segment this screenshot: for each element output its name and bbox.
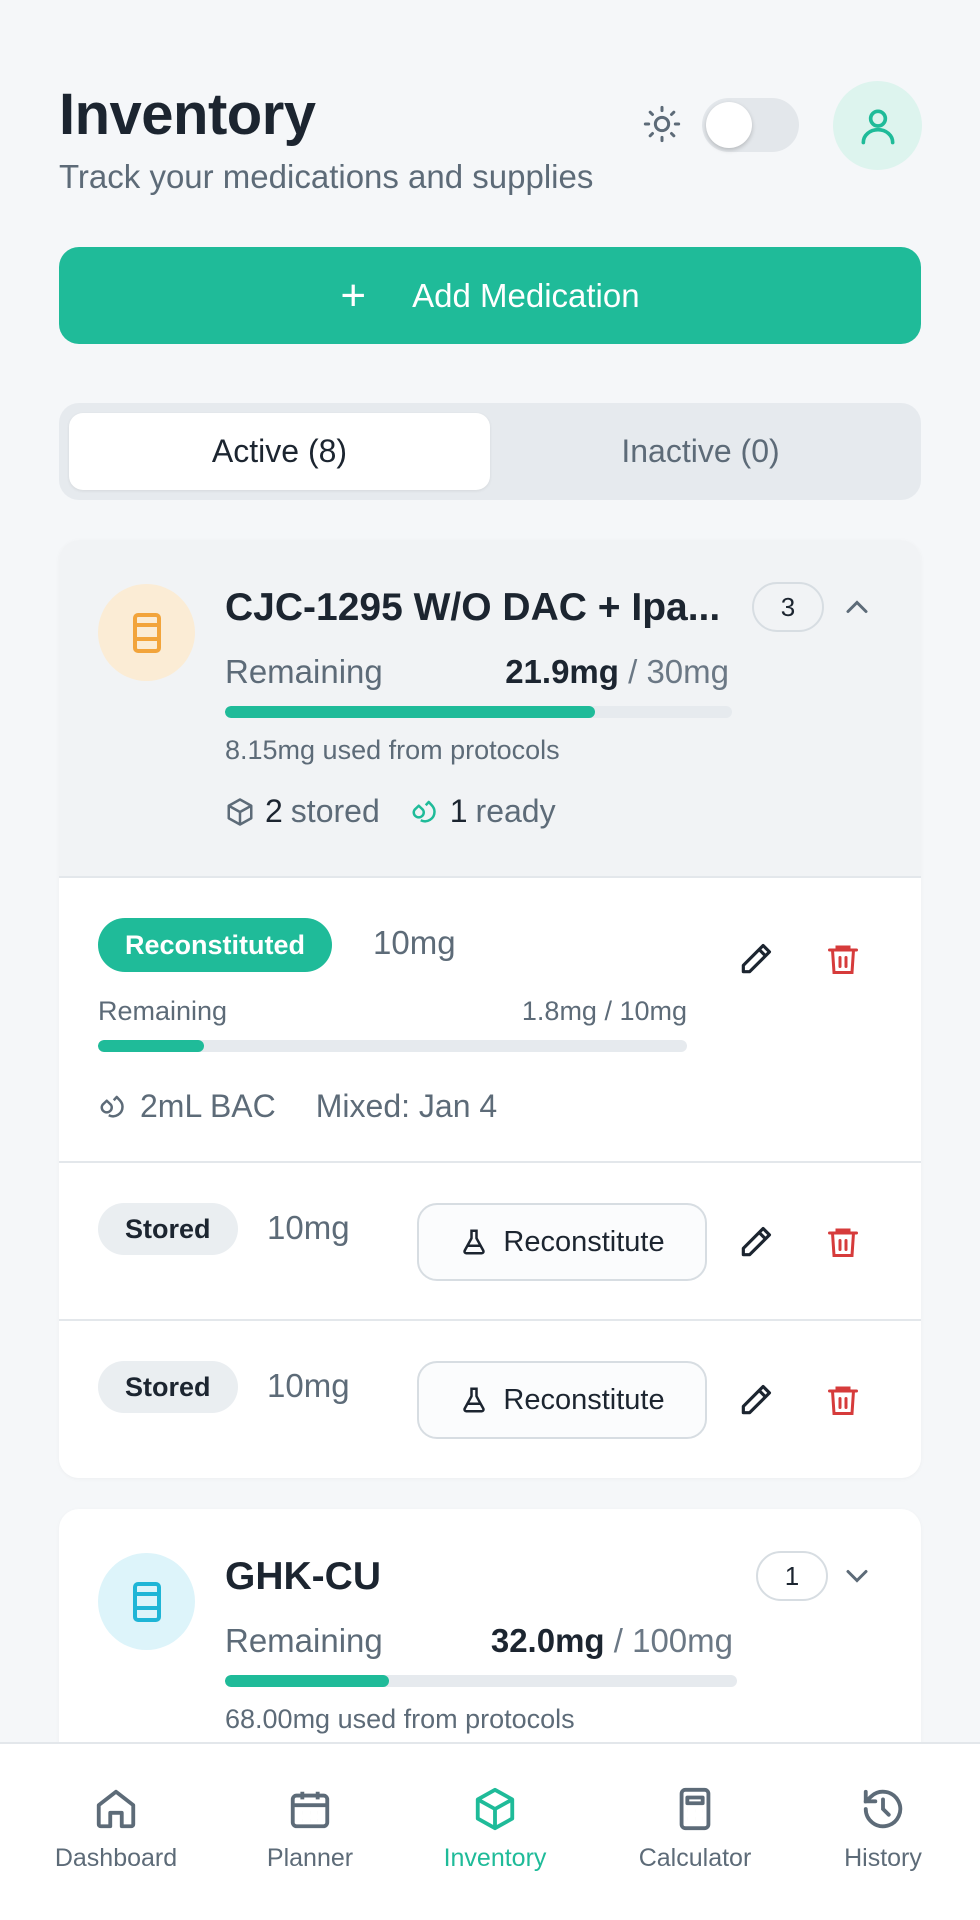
box-icon [475,1787,515,1831]
theme-toggle[interactable] [702,98,799,152]
reconstitute-label: Reconstitute [503,1383,665,1416]
sun-icon [642,104,682,144]
calculator-icon [679,1787,711,1831]
vial-icon [98,584,195,681]
page-subtitle: Track your medications and supplies [59,158,594,195]
status-badge: Reconstituted [98,918,333,972]
chevron-down-icon[interactable] [839,1558,875,1594]
remaining-label: Remaining [225,1622,383,1659]
tab-active[interactable]: Active (8) [69,413,490,490]
ready-count: 1 [449,793,468,829]
nav-label: Calculator [638,1844,752,1872]
remaining-amount: 21.9mg [505,653,619,690]
chevron-up-icon[interactable] [839,589,875,625]
vial-count-badge: 1 [756,1551,828,1601]
remaining-value: 32.0mg / 100mg [491,1622,733,1660]
add-medication-label: Add Medication [412,276,640,314]
pencil-icon [741,943,772,974]
status-badge: Stored [98,1203,238,1255]
vial-row: Reconstituted 10mg Remaining 1.8mg / 10m… [59,878,921,1163]
profile-button[interactable] [833,81,922,170]
medication-name: CJC-1295 W/O DAC + Ipa... [225,586,721,629]
edit-button[interactable] [732,935,780,983]
vial-dose: 10mg [373,924,456,961]
trash-icon [828,945,858,974]
trash-icon [828,1228,858,1257]
nav-inventory[interactable]: Inventory [430,1786,560,1873]
remaining-amount: 32.0mg [490,1622,605,1659]
delete-button[interactable] [819,1376,867,1424]
flask-icon [463,1387,486,1413]
medication-name: GHK-CU [225,1555,381,1598]
medication-card-header[interactable]: CJC-1295 W/O DAC + Ipa... 3 Remaining 21… [59,540,921,878]
bottom-navigation: Dashboard Planner Inventory Calculator H… [0,1742,980,1920]
vial-count-badge: 3 [752,582,824,632]
nav-history[interactable]: History [828,1786,938,1873]
remaining-progress [225,706,732,718]
vial-meta: 2mL BAC Mixed: Jan 4 [98,1088,497,1125]
calendar-icon [290,1791,330,1829]
stored-count: 2 [265,793,283,829]
vial-progress [98,1040,687,1052]
user-icon [861,109,894,144]
vial-remaining-label: Remaining [98,996,228,1026]
vial-remaining-value: 1.8mg / 10mg [521,996,687,1026]
trash-icon [828,1386,858,1415]
toggle-knob [706,102,752,148]
delete-button[interactable] [819,1218,867,1266]
ready-label: ready [475,793,556,829]
nav-calculator[interactable]: Calculator [630,1786,760,1873]
edit-button[interactable] [732,1376,780,1424]
vial-dose: 10mg [267,1367,350,1404]
vial-icon [98,1553,195,1650]
home-icon [96,1789,136,1829]
vial-row: Stored 10mg Reconstitute [59,1321,921,1478]
reconstitute-button[interactable]: Reconstitute [417,1203,707,1281]
medication-card: CJC-1295 W/O DAC + Ipa... 3 Remaining 21… [59,540,921,1478]
add-medication-button[interactable]: + Add Medication [59,247,921,344]
status-tabs: Active (8) Inactive (0) [59,403,921,500]
remaining-progress-fill [225,706,596,718]
edit-button[interactable] [732,1218,780,1266]
vial-dose: 10mg [267,1209,350,1246]
remaining-label: Remaining [225,653,383,690]
flask-icon [463,1229,486,1255]
droplets-icon [100,1095,124,1117]
box-icon [227,797,253,826]
vial-progress-fill [98,1040,205,1052]
tab-inactive[interactable]: Inactive (0) [490,413,911,490]
remaining-total: / 100mg [613,1622,733,1659]
mixed-date: Mixed: Jan 4 [315,1088,498,1124]
droplets-icon [412,800,436,822]
remaining-value: 21.9mg / 30mg [505,653,729,691]
remaining-total: / 30mg [628,653,729,690]
remaining-progress-fill [225,1675,389,1687]
reconstitute-label: Reconstitute [503,1225,665,1258]
pencil-icon [741,1384,772,1415]
reconstitute-button[interactable]: Reconstitute [417,1361,707,1439]
stored-label: stored [290,793,380,829]
page-header: Inventory Track your medications and sup… [59,80,593,196]
nav-label: Planner [266,1844,354,1872]
nav-dashboard[interactable]: Dashboard [51,1786,181,1873]
nav-label: History [844,1844,922,1872]
delete-button[interactable] [819,935,867,983]
used-from-protocols: 68.00mg used from protocols [225,1704,575,1734]
nav-planner[interactable]: Planner [250,1786,370,1873]
page-title: Inventory [59,82,316,147]
used-from-protocols: 8.15mg used from protocols [225,735,560,765]
nav-label: Inventory [443,1844,547,1872]
pencil-icon [741,1226,772,1257]
history-icon [863,1789,903,1829]
vial-row: Stored 10mg Reconstitute [59,1163,921,1321]
vial-stats: 2 stored 1 ready [225,793,556,830]
plus-icon: + [340,270,367,320]
bac-volume: 2mL BAC [140,1088,276,1124]
nav-label: Dashboard [54,1844,178,1872]
status-badge: Stored [98,1361,238,1413]
remaining-progress [225,1675,737,1687]
